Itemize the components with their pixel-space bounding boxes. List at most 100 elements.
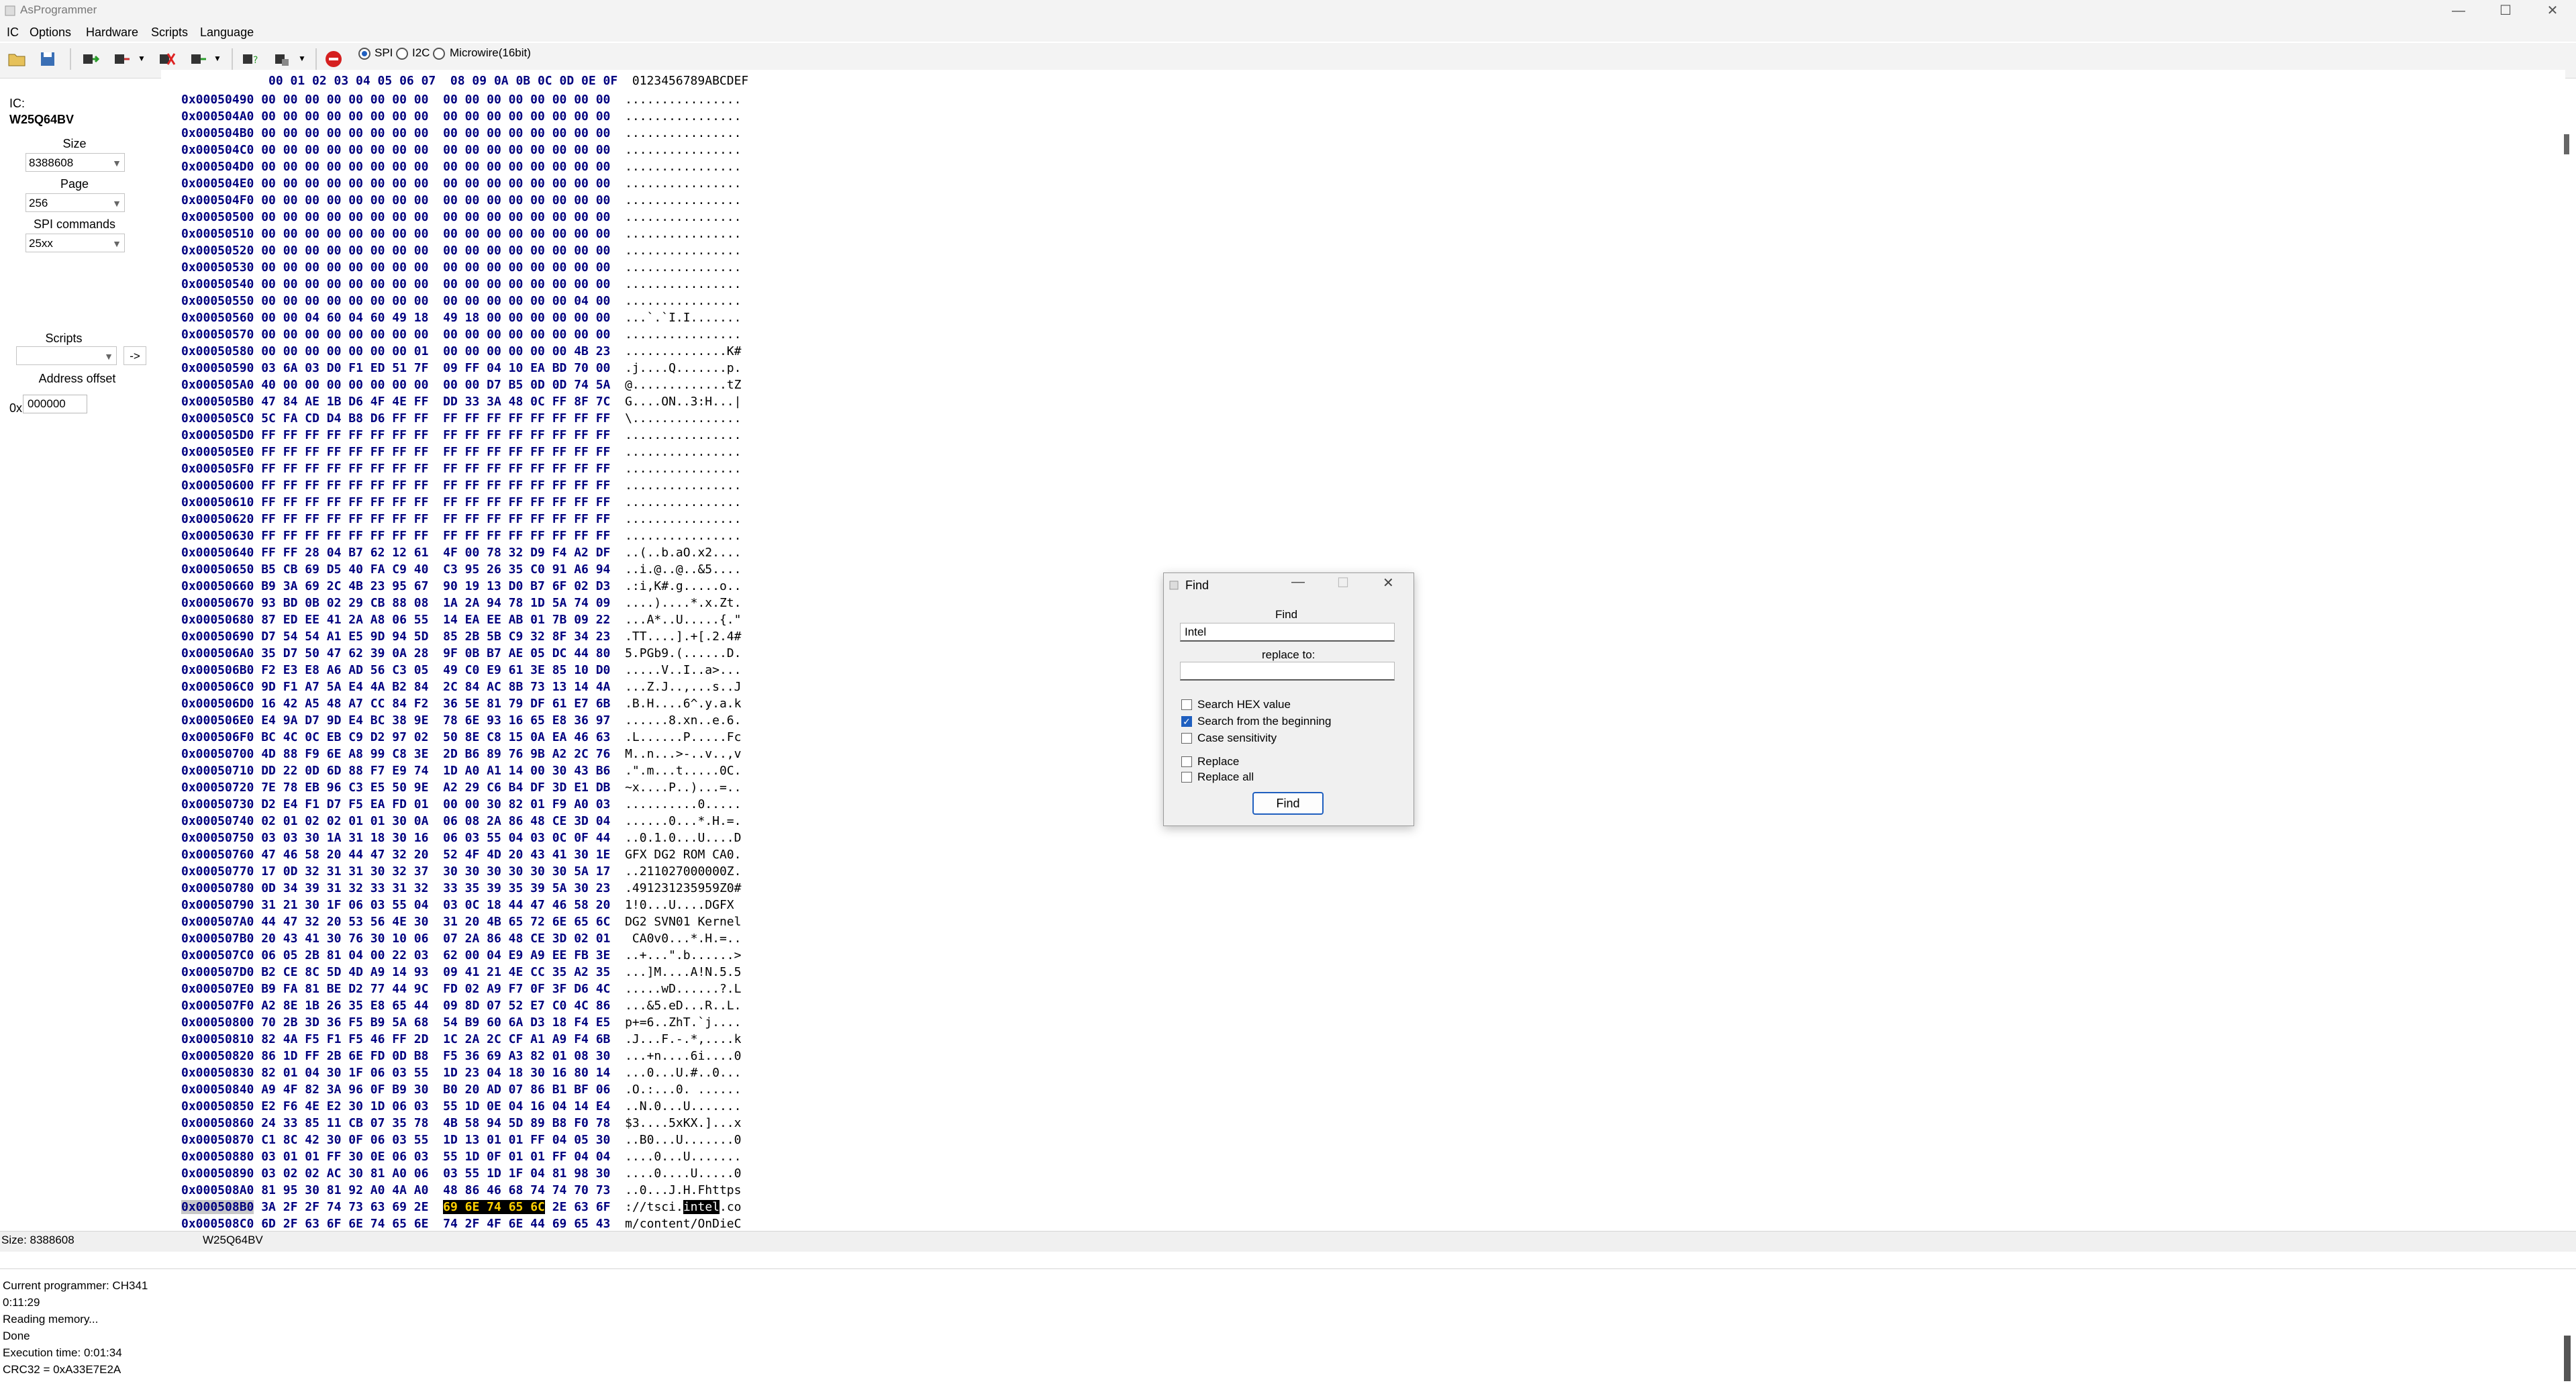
ascii-text[interactable]: ................ — [625, 210, 741, 224]
hex-row[interactable]: 0x000505E0 FF FF FF FF FF FF FF FF FF FF… — [181, 444, 742, 460]
hex-row[interactable]: 0x000505F0 FF FF FF FF FF FF FF FF FF FF… — [181, 460, 742, 477]
hex-bytes[interactable]: 87 ED EE 41 2A A8 06 55 14 EA EE AB 01 7… — [261, 613, 610, 627]
ascii-text[interactable]: ................ — [625, 328, 741, 342]
hex-bytes[interactable]: FF FF 28 04 B7 62 12 61 4F 00 78 32 D9 F… — [261, 546, 610, 560]
ascii-text[interactable]: ......0...*.H.=. — [625, 814, 741, 828]
hex-bytes[interactable]: 31 21 30 1F 06 03 55 04 03 0C 18 44 47 4… — [261, 898, 610, 912]
hex-scrollbar-thumb[interactable] — [2564, 134, 2569, 154]
hex-row[interactable]: 0x000504E0 00 00 00 00 00 00 00 00 00 00… — [181, 175, 742, 192]
erase-chip-icon[interactable] — [156, 48, 176, 70]
ascii-text[interactable]: ................ — [625, 260, 741, 274]
stop-icon[interactable] — [324, 48, 344, 70]
hex-row[interactable]: 0x00050760 47 46 58 20 44 47 32 20 52 4F… — [181, 846, 742, 863]
ascii-text[interactable]: ..(..b.aO.x2.... — [625, 546, 741, 560]
hex-bytes[interactable]: 7E 78 EB 96 C3 E5 50 9E A2 29 C6 B4 DF 3… — [261, 781, 610, 795]
chevron-down-icon[interactable]: ▼ — [138, 54, 146, 63]
hex-row[interactable]: 0x00050720 7E 78 EB 96 C3 E5 50 9E A2 29… — [181, 779, 742, 796]
hex-bytes[interactable]: 06 05 2B 81 04 00 22 03 62 00 04 E9 A9 E… — [261, 948, 610, 962]
ascii-text[interactable]: ...]M....A!N.5.5 — [625, 965, 741, 979]
size-select[interactable]: 8388608 ▼ — [26, 153, 125, 172]
hex-row[interactable]: 0x00050730 D2 E4 F1 D7 F5 EA FD 01 00 00… — [181, 796, 742, 813]
ascii-text[interactable]: ~x....P..)...=.. — [625, 781, 741, 795]
hex-bytes[interactable]: 00 00 00 00 00 00 00 00 00 00 00 00 00 0… — [261, 93, 610, 107]
ascii-text[interactable]: .J...F.-.*,....k — [625, 1032, 741, 1046]
ascii-text[interactable]: ..+...".b......> — [625, 948, 741, 962]
hex-bytes[interactable]: 6D 2F 63 6F 6E 74 65 6E 74 2F 4F 6E 44 6… — [261, 1217, 610, 1231]
hex-row[interactable]: 0x000505B0 47 84 AE 1B D6 4F 4E FF DD 33… — [181, 393, 742, 410]
hex-bytes[interactable]: F2 E3 E8 A6 AD 56 C3 05 49 C0 E9 61 3E 8… — [261, 663, 610, 677]
hex-bytes[interactable]: 47 46 58 20 44 47 32 20 52 4F 4D 20 43 4… — [261, 848, 610, 862]
hex-bytes[interactable]: 03 01 01 FF 30 0E 06 03 55 1D 0F 01 01 F… — [261, 1150, 610, 1164]
ascii-text[interactable]: ................ — [625, 445, 741, 459]
hex-bytes[interactable]: BC 4C 0C EB C9 D2 97 02 50 8E C8 15 0A E… — [261, 730, 610, 744]
find-input[interactable]: Intel — [1180, 623, 1395, 642]
run-script-button[interactable]: -> — [123, 346, 146, 365]
ascii-text[interactable]: .co — [720, 1200, 742, 1214]
hex-row[interactable]: 0x000506C0 9D F1 A7 5A E4 4A B2 84 2C 84… — [181, 679, 742, 695]
hex-bytes[interactable]: FF FF FF FF FF FF FF FF FF FF FF FF FF F… — [261, 428, 610, 442]
ascii-text[interactable]: M..n...>-..v..,v — [625, 747, 741, 761]
ascii-text[interactable]: ..0.1.0...U....D — [625, 831, 741, 845]
read-chip-icon[interactable] — [79, 48, 99, 70]
hex-bytes[interactable]: 93 BD 0B 02 29 CB 88 08 1A 2A 94 78 1D 5… — [261, 596, 610, 610]
ascii-text[interactable]: ..211027000000Z. — [625, 864, 741, 879]
hex-bytes[interactable]: 00 00 00 00 00 00 00 00 00 00 00 00 00 0… — [261, 227, 610, 241]
hex-row[interactable]: 0x00050850 E2 F6 4E E2 30 1D 06 03 55 1D… — [181, 1098, 742, 1115]
ascii-text[interactable]: 1!0...U....DGFX — [625, 898, 741, 912]
hex-row[interactable]: 0x000506A0 35 D7 50 47 62 39 0A 28 9F 0B… — [181, 645, 742, 662]
hex-bytes[interactable]: 00 00 00 00 00 00 00 00 00 00 00 00 00 0… — [261, 160, 610, 174]
scripts-select[interactable]: ▼ — [16, 346, 117, 365]
hex-row[interactable]: 0x000507D0 B2 CE 8C 5D 4D A9 14 93 09 41… — [181, 964, 742, 981]
ascii-text[interactable]: ................ — [625, 109, 741, 123]
hex-match-highlight[interactable]: 69 6E 74 65 6C — [443, 1200, 545, 1214]
ascii-text[interactable]: \............... — [625, 411, 741, 426]
hex-bytes[interactable]: FF FF FF FF FF FF FF FF FF FF FF FF FF F… — [261, 495, 610, 509]
search-beginning-checkbox[interactable]: ✓ — [1181, 716, 1192, 727]
ascii-text[interactable]: ................ — [625, 529, 741, 543]
hex-row[interactable]: 0x00050670 93 BD 0B 02 29 CB 88 08 1A 2A… — [181, 595, 742, 611]
hex-bytes[interactable]: 00 00 00 00 00 00 00 00 00 00 00 00 00 0… — [261, 294, 610, 308]
hex-row[interactable]: 0x000504D0 00 00 00 00 00 00 00 00 00 00… — [181, 158, 742, 175]
address-offset-input[interactable]: 000000 — [23, 395, 87, 413]
ascii-text[interactable]: ...0...U.#..0... — [625, 1066, 741, 1080]
hex-bytes[interactable]: 82 4A F5 F1 F5 46 FF 2D 1C 2A 2C CF A1 A… — [261, 1032, 610, 1046]
hex-row[interactable]: 0x00050490 00 00 00 00 00 00 00 00 00 00… — [181, 91, 742, 108]
hex-row[interactable]: 0x000504F0 00 00 00 00 00 00 00 00 00 00… — [181, 192, 742, 209]
hex-bytes[interactable]: 02 01 02 02 01 01 30 0A 06 08 2A 86 48 C… — [261, 814, 610, 828]
hex-bytes[interactable]: A9 4F 82 3A 96 0F B9 30 B0 20 AD 07 86 B… — [261, 1083, 610, 1097]
hex-bytes[interactable]: 00 00 00 00 00 00 00 01 00 00 00 00 00 0… — [261, 344, 610, 358]
hex-bytes[interactable]: 00 00 00 00 00 00 00 00 00 00 00 00 00 0… — [261, 109, 610, 123]
ascii-text[interactable]: ................ — [625, 193, 741, 207]
hex-row[interactable]: 0x00050630 FF FF FF FF FF FF FF FF FF FF… — [181, 528, 742, 544]
hex-row[interactable]: 0x00050830 82 01 04 30 1F 06 03 55 1D 23… — [181, 1064, 742, 1081]
ascii-text[interactable]: ................ — [625, 512, 741, 526]
hex-bytes[interactable]: E4 9A D7 9D E4 BC 38 9E 78 6E 93 16 65 E… — [261, 713, 610, 728]
hex-bytes[interactable]: 00 00 04 60 04 60 49 18 49 18 00 00 00 0… — [261, 311, 610, 325]
hex-row[interactable]: 0x000508A0 81 95 30 81 92 A0 4A A0 48 86… — [181, 1182, 742, 1199]
hex-row[interactable]: 0x00050690 D7 54 54 A1 E5 9D 94 5D 85 2B… — [181, 628, 742, 645]
hex-bytes[interactable]: FF FF FF FF FF FF FF FF FF FF FF FF FF F… — [261, 445, 610, 459]
hex-scrollbar[interactable] — [2557, 97, 2571, 1225]
hex-row[interactable]: 0x00050540 00 00 00 00 00 00 00 00 00 00… — [181, 276, 742, 293]
find-button[interactable]: Find — [1252, 792, 1324, 815]
hex-bytes[interactable]: 16 42 A5 48 A7 CC 84 F2 36 5E 81 79 DF 6… — [261, 697, 610, 711]
hex-row[interactable]: 0x00050580 00 00 00 00 00 00 00 01 00 00… — [181, 343, 742, 360]
ascii-text[interactable]: ..........0..... — [625, 797, 741, 811]
hex-row[interactable]: 0x000507C0 06 05 2B 81 04 00 22 03 62 00… — [181, 947, 742, 964]
ascii-text[interactable]: ................ — [625, 479, 741, 493]
replace-checkbox[interactable] — [1181, 756, 1192, 767]
save-icon[interactable] — [38, 48, 58, 70]
ascii-text[interactable]: CA0v0...*.H.=.. — [625, 932, 742, 946]
hex-row[interactable]: 0x000508B0 3A 2F 2F 74 73 63 69 2E 69 6E… — [181, 1199, 742, 1215]
hex-bytes[interactable]: E2 F6 4E E2 30 1D 06 03 55 1D 0E 04 16 0… — [261, 1099, 610, 1113]
hex-bytes[interactable]: 00 00 00 00 00 00 00 00 00 00 00 00 00 0… — [261, 126, 610, 140]
ascii-text[interactable]: m/content/OnDieC — [625, 1217, 741, 1231]
hex-row[interactable]: 0x00050880 03 01 01 FF 30 0E 06 03 55 1D… — [181, 1148, 742, 1165]
hex-bytes[interactable]: 40 00 00 00 00 00 00 00 00 00 D7 B5 0D 0… — [261, 378, 610, 392]
case-sensitivity-checkbox[interactable] — [1181, 733, 1192, 744]
ascii-text[interactable]: .L......P.....Fc — [625, 730, 741, 744]
hex-bytes[interactable]: D7 54 54 A1 E5 9D 94 5D 85 2B 5B C9 32 8… — [261, 630, 610, 644]
ascii-text[interactable]: .....wD......?.L — [625, 982, 741, 996]
hex-row[interactable]: 0x000504C0 00 00 00 00 00 00 00 00 00 00… — [181, 142, 742, 158]
microwire-radio[interactable] — [433, 48, 445, 60]
